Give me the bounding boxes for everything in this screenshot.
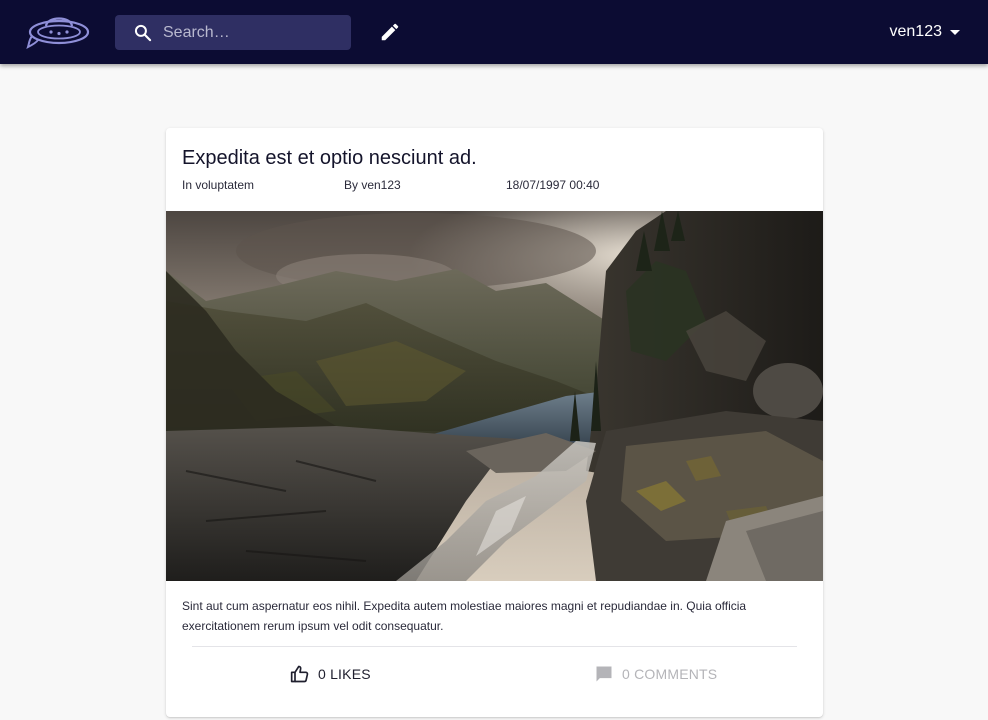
user-menu[interactable]: ven123 <box>889 20 960 44</box>
logo-icon[interactable] <box>26 10 90 50</box>
post-date: 18/07/1997 00:40 <box>506 178 600 192</box>
post-category[interactable]: In voluptatem <box>182 178 254 192</box>
post-body: Sint aut cum aspernatur eos nihil. Exped… <box>182 599 747 633</box>
app-bar: ven123 <box>0 0 988 64</box>
comments-label: 0 COMMENTS <box>622 666 718 682</box>
divider <box>192 646 797 647</box>
search-bar[interactable] <box>115 15 351 50</box>
search-input[interactable] <box>163 15 343 50</box>
caret-down-icon <box>950 29 960 35</box>
likes-label: 0 LIKES <box>318 666 371 682</box>
post-image[interactable] <box>166 211 823 581</box>
thumb-up-icon <box>290 665 309 683</box>
comments-button[interactable]: 0 COMMENTS <box>594 664 717 684</box>
pencil-icon <box>381 23 399 41</box>
search-icon <box>134 24 152 42</box>
create-post-button[interactable] <box>376 18 404 46</box>
post-author[interactable]: By ven123 <box>344 178 401 192</box>
like-button[interactable]: 0 LIKES <box>290 664 371 684</box>
username: ven123 <box>889 23 943 40</box>
post-card: Expedita est et optio nesciunt ad. In vo… <box>166 128 823 717</box>
post-title[interactable]: Expedita est et optio nesciunt ad. <box>182 147 477 170</box>
comment-icon <box>596 666 612 682</box>
